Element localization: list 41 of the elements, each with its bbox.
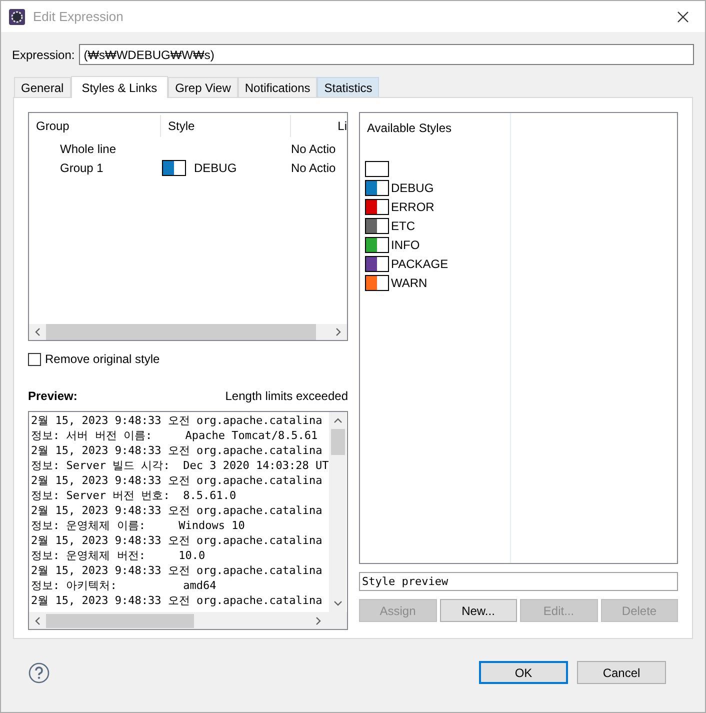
close-icon[interactable] [677,10,689,22]
scrollbar-thumb[interactable] [330,429,344,455]
table-cell: No Actio [291,142,336,156]
horizontal-scrollbar[interactable] [29,612,347,629]
tab[interactable]: Grep View [168,77,238,97]
help-icon[interactable] [28,662,50,684]
horizontal-scrollbar[interactable] [29,324,347,340]
checkbox[interactable] [28,352,41,366]
column-header[interactable]: Group [36,117,70,135]
tab[interactable]: Notifications [238,77,318,97]
list-item[interactable]: ERROR [391,198,434,216]
tab[interactable]: Styles & Links [70,76,168,98]
expression-field[interactable]: (₩s₩WDEBUG₩W₩s) [78,44,694,65]
list-item[interactable]: ETC [391,217,415,235]
app-icon [9,8,25,24]
column-header: Available Styles [367,120,452,137]
table-cell: Group 1 [60,160,104,174]
window-title: Edit Expression [33,8,124,26]
button[interactable]: OK [479,661,568,684]
column-header[interactable]: Li [338,117,347,135]
scrollbar-thumb[interactable] [46,324,316,340]
checkbox-label: Remove original style [45,351,160,368]
list-item[interactable]: DEBUG [391,179,434,197]
vertical-scrollbar[interactable] [329,412,346,612]
column-header[interactable]: Style [168,117,195,135]
list-item[interactable]: INFO [391,236,420,254]
table-cell-text: DEBUG [194,160,237,176]
list-item[interactable]: WARN [391,274,428,292]
preview-label: Preview: [28,388,78,405]
style-preview-field[interactable]: Style preview [359,572,678,591]
button[interactable]: Cancel [577,661,666,684]
table-cell: Whole line [60,142,116,156]
preview-text: 2월 15, 2023 9:48:33 오전 org.apache.catalina 정보: 서버 버전 이름: Apache Tomcat/8.5.61 2월 15, 2023 9:48:33 오전 org.apache.catalina 정보: Server 빌드 시각: Dec 3 2020 14:03:28 UT 2월 15, 2023 9:48:33 오전 org.apache.catalina 정보: Server 버전 번호: 8.5.61.0 2월 15, 2023 9:48:33 오전 org.apache.catalina 정보: 운영체제 이름: Windows 10 2월 15, 2023 9:48:33 오전 org.apache.catalina 정보: 운영체제 버전: 10.0 2월 15, 2023 9:48:33 오전 org.apache.catalina 정보: 아키텍처: amd64 2월 15, 2023 9:48:33 오전 org.apache.catalina [30,413,329,609]
tab[interactable]: General [14,77,71,97]
expression-label: Expression: [12,46,75,64]
button[interactable]: New... [440,599,517,622]
list-item[interactable]: PACKAGE [391,255,448,273]
tab[interactable]: Statistics [317,77,380,97]
scrollbar-thumb[interactable] [46,614,194,628]
table-cell: No Actio [291,160,336,174]
warning-text: Length limits exceeded [225,388,348,405]
